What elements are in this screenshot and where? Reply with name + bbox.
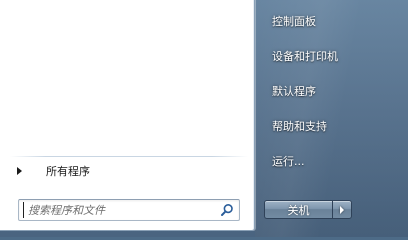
programs-separator [10,156,248,157]
default-programs-item[interactable]: 默认程序 [260,78,404,104]
shutdown-options-button[interactable] [332,200,352,219]
search-input[interactable] [23,202,224,218]
shutdown-button[interactable]: 关机 [264,200,332,219]
all-programs-label: 所有程序 [46,165,90,178]
shortcuts-pane: 控制面板 设备和打印机 默认程序 帮助和支持 运行... [260,8,404,183]
control-panel-item[interactable]: 控制面板 [260,8,404,34]
devices-printers-item[interactable]: 设备和打印机 [260,43,404,69]
search-box[interactable] [18,199,240,221]
run-item[interactable]: 运行... [260,148,404,174]
shutdown-group: 关机 [264,200,352,219]
triangle-right-icon [340,205,344,214]
all-programs-item[interactable]: 所有程序 [8,160,246,182]
triangle-right-icon [17,167,22,175]
help-support-item[interactable]: 帮助和支持 [260,113,404,139]
search-icon[interactable] [220,203,234,217]
start-menu: 所有程序 控制面板 设备和打印机 默认程序 帮助和支持 运行... 关机 [0,0,408,237]
programs-pane: 所有程序 [0,0,255,231]
